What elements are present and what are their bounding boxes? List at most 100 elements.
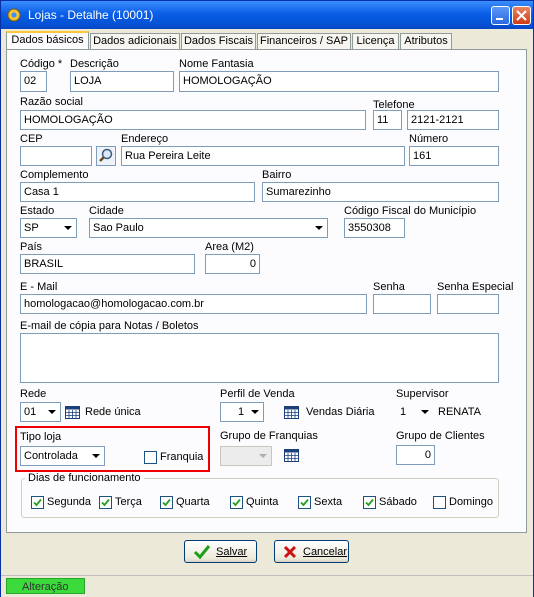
- segunda-checkbox[interactable]: [31, 496, 44, 509]
- window-title: Lojas - Detalhe (10001): [28, 8, 154, 22]
- perfil-venda-value: 1: [238, 406, 245, 418]
- checkmark-icon: [300, 498, 309, 507]
- sabado-checkbox[interactable]: [363, 496, 376, 509]
- minimize-icon: [496, 18, 503, 20]
- cancel-label: Cancelar: [303, 546, 348, 558]
- email-copia-textarea[interactable]: [20, 333, 499, 383]
- quarta-checkbox[interactable]: [160, 496, 173, 509]
- cancel-button[interactable]: Cancelar: [274, 540, 349, 563]
- check-icon: [193, 545, 211, 560]
- domingo-label: Domingo: [449, 496, 494, 508]
- sexta-checkbox[interactable]: [298, 496, 311, 509]
- razao-social-field[interactable]: HOMOLOGAÇÃO: [20, 110, 366, 130]
- tipo-loja-select[interactable]: Controlada: [20, 446, 105, 466]
- cidade-label: Cidade: [89, 205, 124, 217]
- calendar-icon[interactable]: [284, 449, 299, 462]
- estado-select[interactable]: SP: [20, 218, 77, 238]
- cep-field[interactable]: [20, 146, 92, 166]
- tab-label: Dados básicos: [11, 34, 84, 46]
- cancel-icon: [283, 545, 297, 559]
- calendar-icon[interactable]: [65, 406, 80, 419]
- app-icon: [7, 8, 21, 22]
- chevron-down-icon: [251, 410, 259, 414]
- email-field[interactable]: homologacao@homologacao.com.br: [20, 294, 367, 314]
- terca-label: Terça: [115, 496, 142, 508]
- tipo-loja-value: Controlada: [24, 450, 78, 462]
- save-button[interactable]: Salvar: [184, 540, 257, 563]
- rede-desc: Rede única: [85, 406, 141, 418]
- rede-select[interactable]: 01: [20, 402, 61, 422]
- chevron-down-icon: [421, 410, 429, 414]
- status-badge: Alteração: [6, 578, 85, 594]
- complemento-field[interactable]: Casa 1: [20, 182, 255, 202]
- checkmark-icon: [365, 498, 374, 507]
- senha-especial-field[interactable]: [437, 294, 499, 314]
- supervisor-label: Supervisor: [396, 388, 449, 400]
- close-button[interactable]: [512, 6, 531, 25]
- close-icon: [516, 10, 527, 21]
- domingo-checkbox[interactable]: [433, 496, 446, 509]
- tab-dados-adicionais[interactable]: Dados adicionais: [90, 33, 180, 49]
- cep-search-button[interactable]: [96, 146, 116, 166]
- chevron-down-icon: [48, 410, 56, 414]
- quinta-checkbox[interactable]: [230, 496, 243, 509]
- telefone-numero-field[interactable]: 2121-2121: [407, 110, 499, 130]
- sexta-label: Sexta: [314, 496, 343, 508]
- pais-label: País: [20, 241, 43, 253]
- tab-label: Licença: [356, 35, 395, 47]
- complemento-label: Complemento: [20, 169, 89, 181]
- terca-checkbox[interactable]: [99, 496, 112, 509]
- chevron-down-icon: [259, 454, 267, 458]
- cidade-value: Sao Paulo: [93, 222, 144, 234]
- pais-field[interactable]: BRASIL: [20, 254, 195, 274]
- codigo-fiscal-label: Código Fiscal do Município: [344, 205, 477, 217]
- senha-especial-label: Senha Especial: [437, 281, 514, 293]
- rede-value: 01: [24, 406, 37, 418]
- tab-dados-basicos[interactable]: Dados básicos: [6, 31, 89, 50]
- razao-social-label: Razão social: [20, 96, 83, 108]
- tab-label: Financeiros / SAP: [259, 35, 349, 47]
- descricao-label: Descrição: [70, 58, 119, 70]
- nome-fantasia-label: Nome Fantasia: [179, 58, 254, 70]
- minimize-button[interactable]: [491, 6, 510, 25]
- checkmark-icon: [101, 498, 110, 507]
- codigo-fiscal-field[interactable]: 3550308: [344, 218, 405, 238]
- estado-label: Estado: [20, 205, 55, 217]
- bairro-label: Bairro: [262, 169, 292, 181]
- tab-licenca[interactable]: Licença: [352, 33, 399, 49]
- tab-financeiros-sap[interactable]: Financeiros / SAP: [257, 33, 351, 49]
- cep-label: CEP: [20, 133, 43, 145]
- calendar-icon[interactable]: [284, 406, 299, 419]
- grupo-franquias-select[interactable]: [220, 446, 272, 466]
- perfil-venda-label: Perfil de Venda: [220, 388, 295, 400]
- quarta-label: Quarta: [176, 496, 210, 508]
- senha-label: Senha: [373, 281, 405, 293]
- endereco-field[interactable]: Rua Pereira Leite: [121, 146, 405, 166]
- save-label: Salvar: [216, 546, 248, 558]
- tipo-loja-label: Tipo loja: [20, 431, 62, 443]
- perfil-venda-select[interactable]: 1: [220, 402, 264, 422]
- chevron-down-icon: [92, 454, 100, 458]
- tab-atributos[interactable]: Atributos: [400, 33, 452, 49]
- cidade-select[interactable]: Sao Paulo: [89, 218, 328, 238]
- grupo-clientes-field[interactable]: 0: [396, 445, 435, 465]
- area-field[interactable]: 0: [205, 254, 260, 274]
- telefone-ddd-field[interactable]: 11: [373, 110, 402, 130]
- tab-label: Dados adicionais: [93, 35, 177, 47]
- rede-label: Rede: [20, 388, 47, 400]
- endereco-label: Endereço: [121, 133, 169, 145]
- codigo-label: Código *: [20, 58, 63, 70]
- numero-field[interactable]: 161: [409, 146, 499, 166]
- chevron-down-icon: [315, 226, 323, 230]
- franquia-label: Franquia: [160, 451, 204, 463]
- codigo-field[interactable]: 02: [20, 71, 47, 92]
- nome-fantasia-field[interactable]: HOMOLOGAÇÃO: [179, 71, 499, 92]
- tab-dados-fiscais[interactable]: Dados Fiscais: [181, 33, 256, 49]
- franquia-checkbox[interactable]: [144, 451, 157, 464]
- supervisor-select[interactable]: 1: [396, 402, 434, 422]
- descricao-field[interactable]: LOJA: [70, 71, 174, 92]
- area-label: Area (M2): [205, 241, 254, 253]
- senha-field[interactable]: [373, 294, 431, 314]
- title-bar: Lojas - Detalhe (10001): [1, 1, 533, 29]
- bairro-field[interactable]: Sumarezinho: [262, 182, 499, 202]
